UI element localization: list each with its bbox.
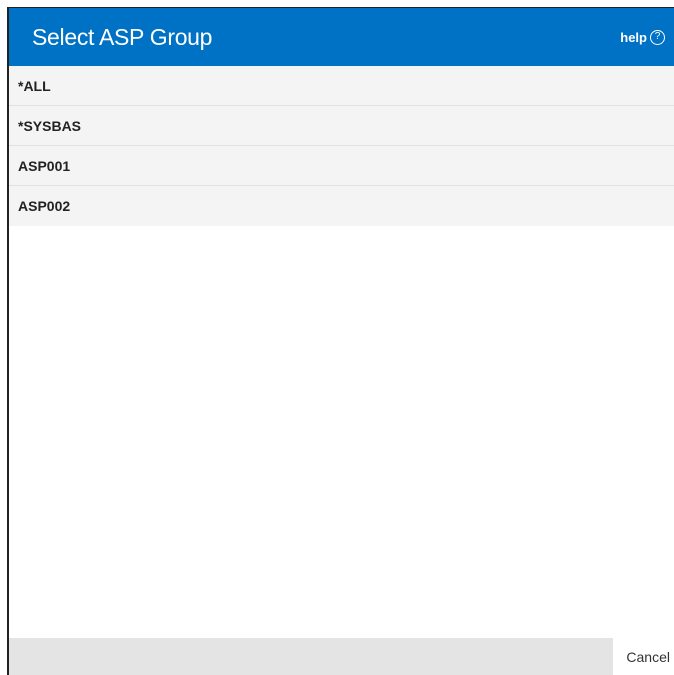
dialog-footer: Cancel xyxy=(9,638,674,675)
select-asp-group-dialog: Select ASP Group help ? *ALL *SYSBAS ASP… xyxy=(7,7,674,675)
help-label: help xyxy=(620,29,647,45)
list-item-all[interactable]: *ALL xyxy=(9,66,674,106)
dialog-header: Select ASP Group help ? xyxy=(9,8,674,66)
asp-group-list: *ALL *SYSBAS ASP001 ASP002 xyxy=(9,66,674,226)
list-item-sysbas[interactable]: *SYSBAS xyxy=(9,106,674,146)
dialog-title: Select ASP Group xyxy=(32,23,213,50)
question-circle-icon[interactable]: ? xyxy=(650,29,665,45)
list-item-asp001[interactable]: ASP001 xyxy=(9,146,674,186)
cancel-button[interactable]: Cancel xyxy=(613,638,674,675)
list-item-asp002[interactable]: ASP002 xyxy=(9,186,674,226)
help-link[interactable]: help ? xyxy=(620,29,665,45)
footer-bar xyxy=(9,638,613,675)
